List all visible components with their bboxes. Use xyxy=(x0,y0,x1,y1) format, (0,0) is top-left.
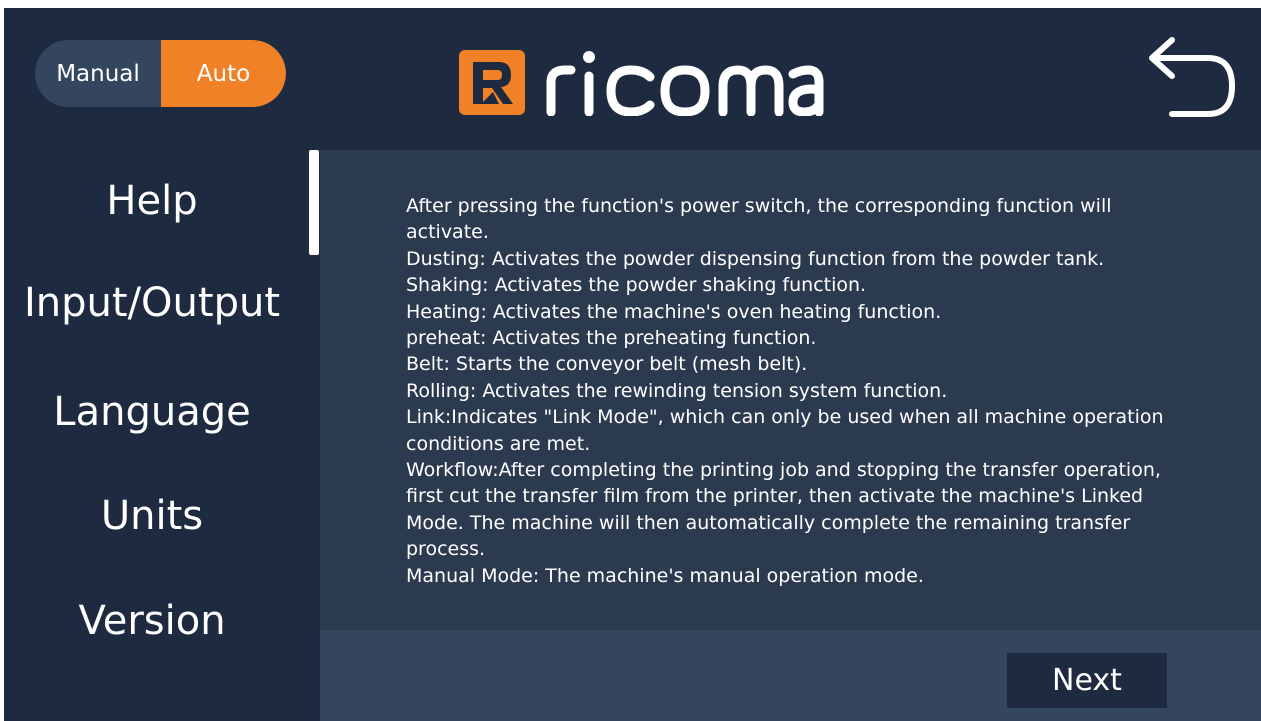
sidebar-item-help[interactable]: Help xyxy=(4,178,300,224)
help-text: After pressing the function's power swit… xyxy=(406,193,1196,589)
back-button[interactable] xyxy=(1142,32,1238,118)
help-line: Dusting: Activates the powder dispensing… xyxy=(406,247,1105,270)
help-line: preheat: Activates the preheating functi… xyxy=(406,327,817,350)
ricoma-logo xyxy=(459,46,824,117)
help-line: Manual Mode: The machine's manual operat… xyxy=(406,564,924,587)
help-line: Belt: Starts the conveyor belt (mesh bel… xyxy=(406,353,808,376)
next-button[interactable]: Next xyxy=(1007,653,1167,708)
help-content-panel: After pressing the function's power swit… xyxy=(320,150,1261,630)
sidebar-item-input-output[interactable]: Input/Output xyxy=(4,280,300,326)
ricoma-logo-graphic xyxy=(459,50,824,117)
auto-mode-button[interactable]: Auto xyxy=(161,40,286,107)
sidebar-item-version[interactable]: Version xyxy=(4,598,300,644)
help-line: Workflow:After completing the printing j… xyxy=(406,459,1161,561)
help-line: Heating: Activates the machine's oven he… xyxy=(406,300,942,323)
mode-toggle[interactable]: Manual Auto xyxy=(35,40,286,107)
help-line: Link:Indicates "Link Mode", which can on… xyxy=(406,406,1164,455)
help-line: Rolling: Activates the rewinding tension… xyxy=(406,379,948,402)
manual-mode-button[interactable]: Manual xyxy=(35,40,161,107)
active-item-indicator xyxy=(309,150,319,255)
sidebar: Help Input/Output Language Units Version xyxy=(4,150,320,721)
help-line: After pressing the function's power swit… xyxy=(406,195,1112,244)
sidebar-item-units[interactable]: Units xyxy=(4,493,300,539)
help-line: Shaking: Activates the powder shaking fu… xyxy=(406,274,867,297)
footer-bar: Next xyxy=(320,630,1261,721)
sidebar-item-language[interactable]: Language xyxy=(4,389,300,435)
header: Manual Auto xyxy=(4,8,1261,150)
screen: Manual Auto Help Input/Output Language U… xyxy=(4,8,1261,721)
undo-arrow-icon xyxy=(1149,37,1235,117)
